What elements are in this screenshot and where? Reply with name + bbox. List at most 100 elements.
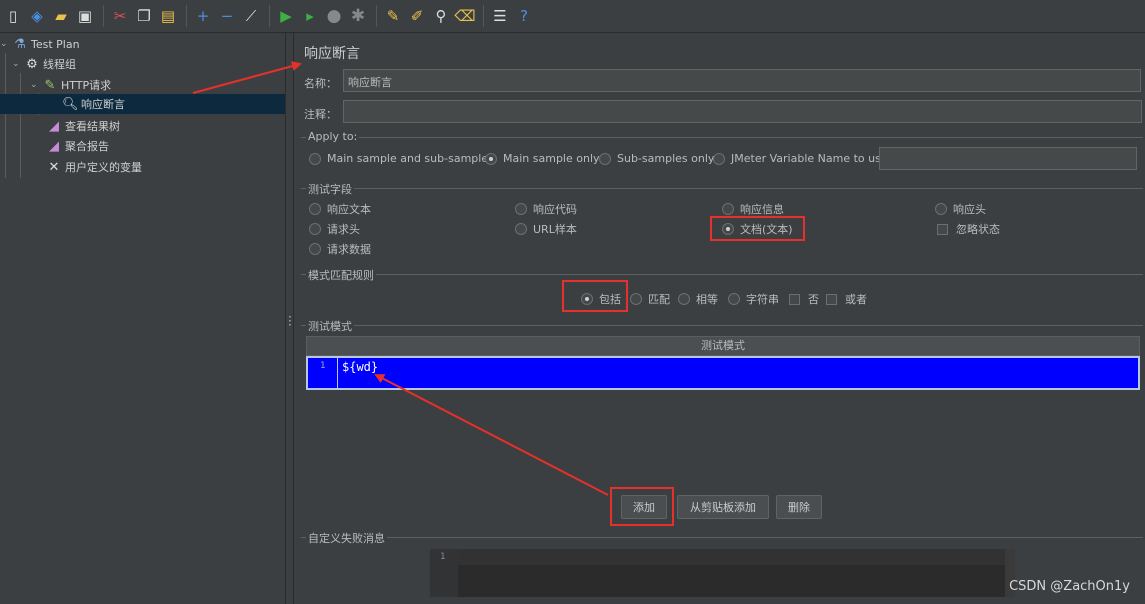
table-row[interactable]: 1 ${wd} xyxy=(306,356,1140,390)
chevron-down-icon[interactable]: ⌄ xyxy=(0,39,12,49)
comment-field[interactable] xyxy=(343,100,1142,123)
radio-icon[interactable] xyxy=(630,293,642,305)
tree-item-label: HTTP请求 xyxy=(61,79,112,92)
add-from-clipboard-button[interactable]: 从剪贴板添加 xyxy=(677,495,769,519)
delete-button[interactable]: 删除 xyxy=(776,495,822,519)
test-plan-tree: ⌄ ⚗ Test Plan ⌄ ⚙ 线程组 ⌄ ✎ HTTP请求 🔍︎ 响应断言… xyxy=(0,33,286,604)
radio-icon[interactable] xyxy=(309,223,321,235)
field-request-headers-radio[interactable]: 请求头 xyxy=(309,221,360,237)
radio-icon[interactable] xyxy=(309,243,321,255)
radio-icon[interactable] xyxy=(678,293,690,305)
new-icon[interactable]: ▯ xyxy=(2,4,24,28)
radio-icon[interactable] xyxy=(309,152,321,165)
start-icon[interactable]: ▶ xyxy=(275,4,297,28)
checkbox-icon[interactable] xyxy=(789,293,800,305)
chart-icon: ◢ xyxy=(49,138,59,154)
tree-item-aggregate-report[interactable]: ◢ 聚合报告 xyxy=(46,136,109,156)
jmeter-variable-field[interactable] xyxy=(879,147,1137,170)
apply-jmeter-variable-radio[interactable]: JMeter Variable Name to use xyxy=(713,152,888,165)
reset-search-icon[interactable]: ⌫ xyxy=(454,4,476,28)
test-patterns-legend: 测试模式 xyxy=(306,318,354,334)
custom-failure-editor[interactable]: 1 xyxy=(430,549,1015,597)
clear-all-icon[interactable]: ✐ xyxy=(406,4,428,28)
flask-icon: ⚗ xyxy=(14,36,26,52)
radio-icon[interactable] xyxy=(728,293,740,305)
test-patterns-group xyxy=(301,325,1143,326)
apply-main-only-radio[interactable]: Main sample only xyxy=(485,152,600,165)
search-icon[interactable]: ⚲ xyxy=(430,4,452,28)
function-helper-icon[interactable]: ☰ xyxy=(489,4,511,28)
test-patterns-table: 测试模式 1 ${wd} xyxy=(306,336,1140,392)
radio-icon[interactable] xyxy=(722,203,734,215)
help-icon[interactable]: ? xyxy=(513,4,535,28)
rule-matches-radio[interactable]: 匹配 xyxy=(630,291,670,307)
radio-label: 相等 xyxy=(696,293,718,306)
tree-item-thread-group[interactable]: ⌄ ⚙ 线程组 xyxy=(12,54,76,74)
name-field[interactable]: 响应断言 xyxy=(343,69,1141,92)
tree-item-test-plan[interactable]: ⌄ ⚗ Test Plan xyxy=(0,34,286,54)
page-title: 响应断言 xyxy=(304,46,360,62)
field-response-headers-radio[interactable]: 响应头 xyxy=(935,201,986,217)
radio-label: 字符串 xyxy=(746,293,779,306)
comment-label: 注释： xyxy=(304,108,337,121)
rule-substring-radio[interactable]: 字符串 xyxy=(728,291,779,307)
checkbox-icon[interactable] xyxy=(826,293,837,305)
stop-icon[interactable]: ● xyxy=(323,4,345,28)
chevron-down-icon[interactable]: ⌄ xyxy=(30,80,42,90)
tree-item-label: Test Plan xyxy=(31,37,80,51)
copy-icon[interactable]: ❐ xyxy=(133,4,155,28)
radio-icon[interactable] xyxy=(309,203,321,215)
radio-icon[interactable] xyxy=(515,223,527,235)
name-label: 名称： xyxy=(304,77,337,90)
radio-selected-icon[interactable] xyxy=(485,152,497,165)
checkbox-icon[interactable] xyxy=(937,223,948,235)
drag-handle-icon[interactable]: · · · xyxy=(288,311,292,331)
rule-equals-radio[interactable]: 相等 xyxy=(678,291,718,307)
field-response-message-radio[interactable]: 响应信息 xyxy=(722,201,784,217)
tree-item-response-assertion[interactable]: 🔍︎ 响应断言 xyxy=(0,94,285,114)
rule-not-checkbox[interactable]: 否 xyxy=(789,291,819,307)
custom-failure-group xyxy=(301,537,1143,538)
editor-current-line[interactable] xyxy=(458,549,1005,565)
templates-icon[interactable]: ◈ xyxy=(26,4,48,28)
tools-icon: ✕ xyxy=(48,159,60,175)
start-no-pause-icon[interactable]: ▸ xyxy=(299,4,321,28)
tree-item-user-variables[interactable]: ✕ 用户定义的变量 xyxy=(46,157,142,177)
apply-main-and-sub-radio[interactable]: Main sample and sub-samples xyxy=(309,152,494,165)
radio-icon[interactable] xyxy=(599,152,611,165)
expand-icon[interactable]: + xyxy=(192,4,214,28)
radio-label: 响应代码 xyxy=(533,203,577,216)
cut-icon[interactable]: ✂ xyxy=(109,4,131,28)
pipette-icon: ✎ xyxy=(44,77,56,93)
pattern-value[interactable]: ${wd} xyxy=(342,360,378,374)
radio-label: 响应信息 xyxy=(740,203,784,216)
ignore-status-checkbox[interactable]: 忽略状态 xyxy=(937,221,1000,237)
table-column-header[interactable]: 测试模式 xyxy=(306,336,1140,356)
field-url-sample-radio[interactable]: URL样本 xyxy=(515,221,577,237)
toolbar-separator xyxy=(483,5,484,27)
toggle-icon[interactable]: ⟋ xyxy=(240,4,262,28)
collapse-icon[interactable]: − xyxy=(216,4,238,28)
radio-label: 匹配 xyxy=(648,293,670,306)
radio-icon[interactable] xyxy=(713,152,725,165)
open-icon[interactable]: ▰ xyxy=(50,4,72,28)
tree-item-label: 聚合报告 xyxy=(65,140,109,153)
save-icon[interactable]: ▣ xyxy=(74,4,96,28)
checkbox-label: 或者 xyxy=(845,293,867,306)
field-response-code-radio[interactable]: 响应代码 xyxy=(515,201,577,217)
radio-icon[interactable] xyxy=(515,203,527,215)
tree-item-view-results-tree[interactable]: ◢ 查看结果树 xyxy=(46,116,120,136)
panel-splitter[interactable]: · · · xyxy=(286,33,294,604)
clear-icon[interactable]: ✎ xyxy=(382,4,404,28)
rule-or-checkbox[interactable]: 或者 xyxy=(826,291,867,307)
field-response-text-radio[interactable]: 响应文本 xyxy=(309,201,371,217)
paste-icon[interactable]: ▤ xyxy=(157,4,179,28)
tree-item-http-request[interactable]: ⌄ ✎ HTTP请求 xyxy=(30,75,111,95)
shutdown-icon[interactable]: ✱ xyxy=(347,4,369,28)
line-number: 1 xyxy=(308,358,338,388)
chevron-down-icon[interactable]: ⌄ xyxy=(12,59,24,69)
apply-sub-only-radio[interactable]: Sub-samples only xyxy=(599,152,714,165)
field-request-data-radio[interactable]: 请求数据 xyxy=(309,241,371,257)
tree-item-label: 用户定义的变量 xyxy=(65,161,142,174)
radio-icon[interactable] xyxy=(935,203,947,215)
